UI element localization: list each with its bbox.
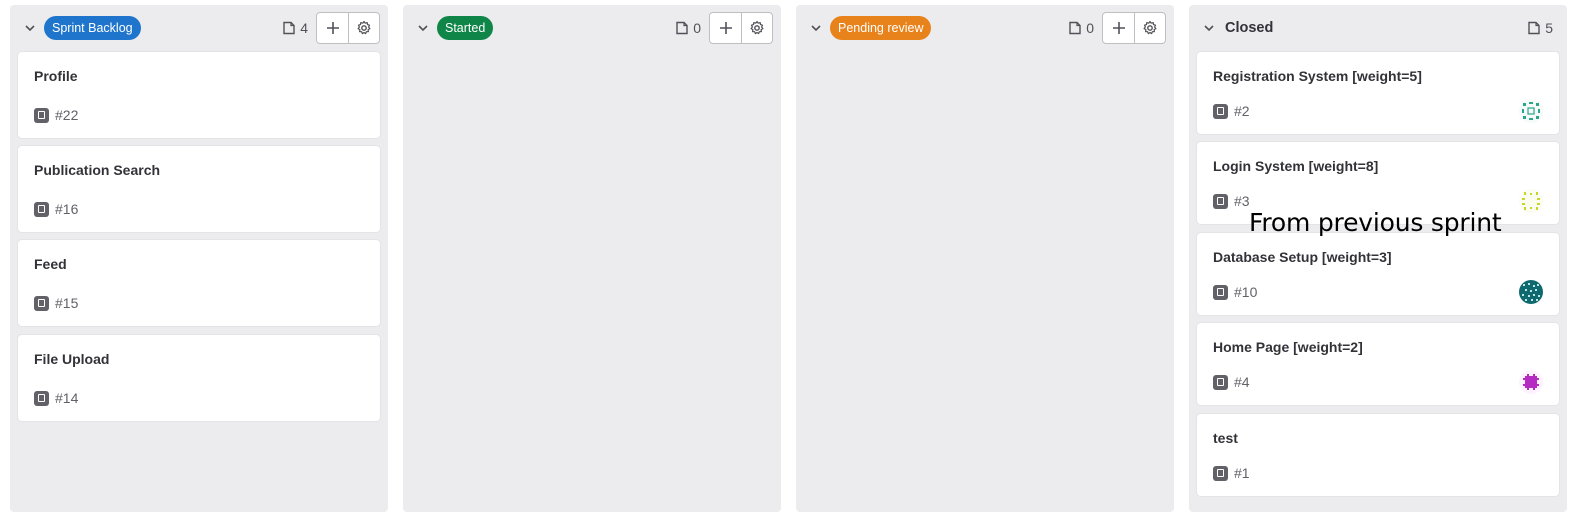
issue-count-value: 5 [1545, 20, 1553, 36]
list-settings-button[interactable] [1134, 13, 1165, 43]
issue-type-icon [34, 295, 49, 311]
list-header: Pending review 0 [796, 5, 1174, 51]
issue-type-icon [34, 201, 49, 217]
issue-ref: #3 [1234, 193, 1250, 209]
gear-icon [750, 20, 764, 35]
issue-meta: #15 [34, 295, 78, 311]
new-issue-button[interactable] [1103, 13, 1134, 43]
issue-meta: #2 [1213, 103, 1250, 119]
issue-card[interactable]: Feed #15 [18, 240, 380, 326]
list-settings-button[interactable] [741, 13, 772, 43]
issues-icon [283, 21, 295, 35]
issue-count: 0 [675, 20, 701, 36]
issue-card[interactable]: Home Page [weight=2] #4 [1197, 323, 1559, 405]
issues-icon [1528, 21, 1540, 35]
issue-title[interactable]: Database Setup [weight=3] [1213, 249, 1392, 265]
chevron-down-icon[interactable] [415, 20, 431, 36]
new-issue-button[interactable] [317, 13, 348, 43]
issue-card[interactable]: File Upload #14 [18, 335, 380, 421]
issue-count: 4 [282, 20, 308, 36]
issue-title[interactable]: Feed [34, 256, 67, 272]
list-label[interactable]: Sprint Backlog [44, 16, 141, 40]
new-issue-button[interactable] [710, 13, 741, 43]
issue-ref: #4 [1234, 374, 1250, 390]
issue-ref: #1 [1234, 465, 1250, 481]
plus-icon [326, 22, 339, 34]
board-list-closed: Closed 5 Registration System [weight=5] … [1189, 5, 1567, 512]
issue-meta: #22 [34, 107, 78, 123]
issue-count-value: 0 [1086, 20, 1094, 36]
issue-count: 0 [1068, 20, 1094, 36]
chevron-down-icon[interactable] [22, 20, 38, 36]
list-actions [316, 12, 380, 44]
gear-icon [357, 20, 371, 35]
assignee-avatar[interactable] [1519, 280, 1543, 304]
issue-meta: #1 [1213, 465, 1250, 481]
issue-title[interactable]: Publication Search [34, 162, 160, 178]
list-header: Started 0 [403, 5, 781, 51]
issue-meta: #14 [34, 390, 78, 406]
issue-card[interactable]: test #1 [1197, 414, 1559, 496]
issue-title[interactable]: Registration System [weight=5] [1213, 68, 1422, 84]
issue-ref: #10 [1234, 284, 1258, 300]
assignee-avatar[interactable] [1519, 370, 1543, 394]
board-list-sprint-backlog: Sprint Backlog 4 Profile #22 Publication… [10, 5, 388, 512]
issue-title[interactable]: test [1213, 430, 1238, 446]
issue-title[interactable]: Profile [34, 68, 78, 84]
list-label[interactable]: Started [437, 16, 494, 40]
issue-ref: #22 [55, 107, 79, 123]
issue-ref: #15 [55, 295, 79, 311]
issue-title[interactable]: Login System [weight=8] [1213, 158, 1378, 174]
board-list-pending-review: Pending review 0 [796, 5, 1174, 512]
issue-count-value: 4 [300, 20, 308, 36]
issue-type-icon [1213, 103, 1228, 119]
issue-title[interactable]: File Upload [34, 351, 109, 367]
issue-count-value: 0 [693, 20, 701, 36]
list-label[interactable]: Closed [1225, 20, 1273, 36]
issue-type-icon [34, 390, 49, 406]
issue-ref: #14 [55, 390, 79, 406]
issue-meta: #4 [1213, 374, 1250, 390]
list-actions [709, 12, 773, 44]
gear-icon [1143, 20, 1157, 35]
chevron-down-icon[interactable] [1201, 20, 1217, 36]
issue-ref: #16 [55, 201, 79, 217]
issue-card[interactable]: Profile #22 [18, 52, 380, 138]
issue-type-icon [1213, 465, 1228, 481]
issue-meta: #3 [1213, 193, 1250, 209]
issue-ref: #2 [1234, 103, 1250, 119]
board-list-started: Started 0 [403, 5, 781, 512]
issue-title[interactable]: Home Page [weight=2] [1213, 339, 1363, 355]
list-actions [1102, 12, 1166, 44]
issues-icon [1069, 21, 1081, 35]
issue-meta: #10 [1213, 284, 1257, 300]
issue-count: 5 [1527, 20, 1553, 36]
plus-icon [719, 22, 732, 34]
assignee-avatar[interactable] [1519, 189, 1543, 213]
plus-icon [1112, 22, 1125, 34]
chevron-down-icon[interactable] [808, 20, 824, 36]
issue-type-icon [34, 107, 49, 123]
list-header: Closed 5 [1189, 5, 1567, 51]
annotation-text: From previous sprint [1249, 208, 1502, 237]
assignee-avatar[interactable] [1519, 99, 1543, 123]
issue-type-icon [1213, 193, 1228, 209]
issue-card[interactable]: Registration System [weight=5] #2 [1197, 52, 1559, 134]
list-header: Sprint Backlog 4 [10, 5, 388, 51]
list-settings-button[interactable] [348, 13, 379, 43]
issue-card[interactable]: Database Setup [weight=3] #10 [1197, 233, 1559, 315]
issues-icon [676, 21, 688, 35]
issue-type-icon [1213, 284, 1228, 300]
issue-meta: #16 [34, 201, 78, 217]
list-label[interactable]: Pending review [830, 16, 932, 40]
issue-card[interactable]: Publication Search #16 [18, 146, 380, 232]
issue-type-icon [1213, 374, 1228, 390]
